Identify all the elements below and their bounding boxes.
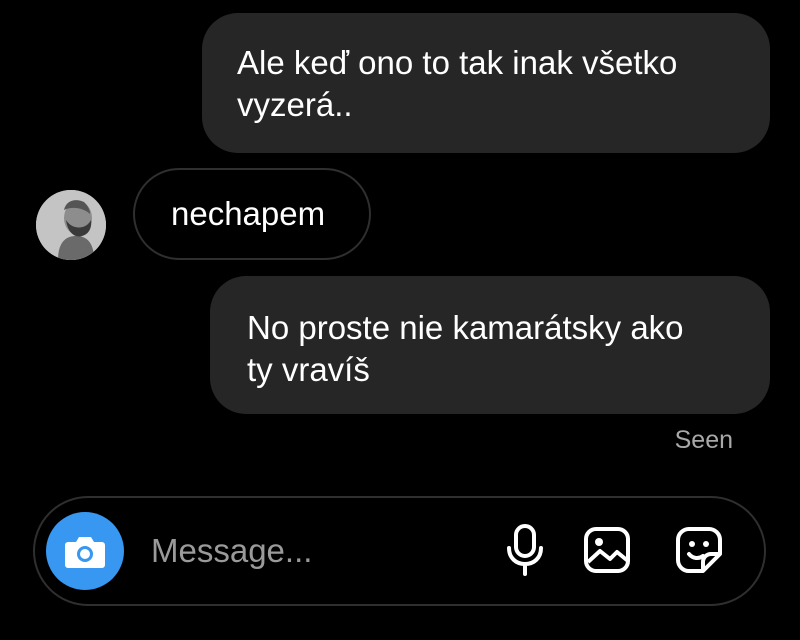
- message-composer: Message...: [33, 496, 766, 606]
- camera-button[interactable]: [46, 512, 124, 590]
- gallery-icon: [584, 527, 630, 573]
- outgoing-message[interactable]: No proste nie kamarátsky ako ty vravíš: [210, 276, 770, 414]
- message-input[interactable]: Message...: [151, 532, 312, 570]
- avatar-image: [36, 190, 106, 260]
- message-text-line: Ale keď ono to tak inak všetko: [237, 44, 678, 81]
- message-text-line: ty vravíš: [247, 351, 370, 388]
- microphone-icon: [507, 524, 543, 576]
- microphone-button[interactable]: [499, 524, 551, 576]
- sticker-icon: [676, 527, 722, 573]
- seen-status: Seen: [674, 426, 733, 454]
- message-text: nechapem: [171, 195, 326, 232]
- gallery-button[interactable]: [581, 524, 633, 576]
- message-text-line: vyzerá..: [237, 86, 353, 123]
- avatar[interactable]: [36, 190, 106, 260]
- incoming-message[interactable]: nechapem: [133, 168, 371, 260]
- message-text-line: No proste nie kamarátsky ako: [247, 309, 684, 346]
- outgoing-message[interactable]: Ale keď ono to tak inak všetko vyzerá..: [202, 13, 770, 153]
- sticker-button[interactable]: [673, 524, 725, 576]
- camera-icon: [65, 537, 105, 568]
